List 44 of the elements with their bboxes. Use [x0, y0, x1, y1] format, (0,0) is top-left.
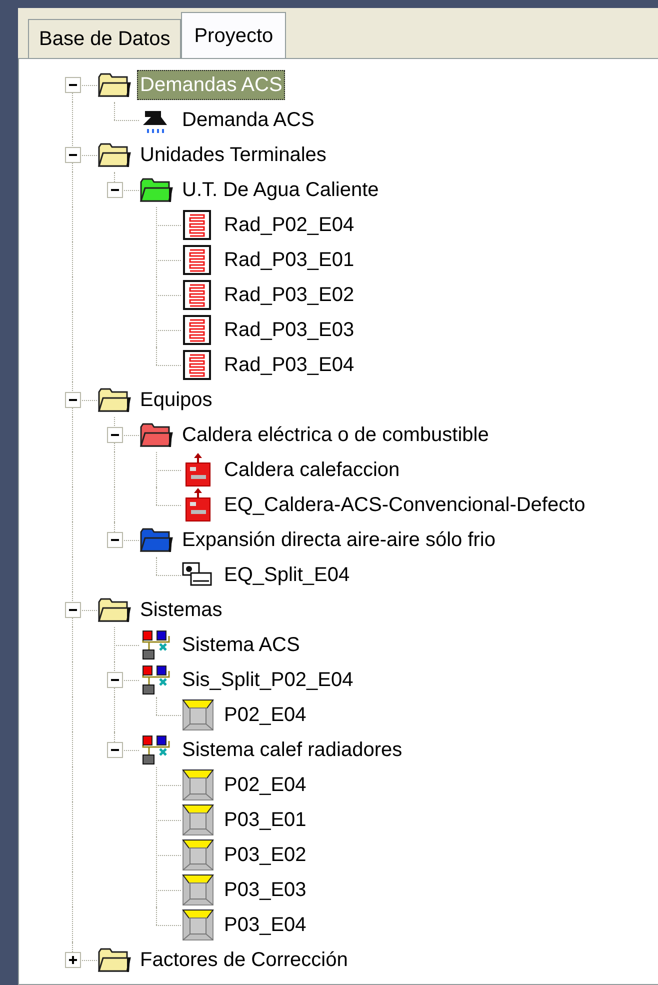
tree-item[interactable]: Rad_P03_E04: [221, 350, 358, 380]
expand-toggle[interactable]: [107, 182, 123, 198]
room-icon: [181, 802, 215, 836]
expand-toggle[interactable]: [107, 532, 123, 548]
tree-item[interactable]: Sistema ACS: [179, 630, 303, 660]
tree-item[interactable]: Caldera calefaccion: [221, 454, 403, 484]
tree-item[interactable]: Demanda ACS: [179, 104, 318, 134]
room-icon: [181, 698, 215, 732]
room-icon: [181, 838, 215, 872]
room-icon: [181, 768, 215, 802]
expand-toggle[interactable]: [107, 672, 123, 688]
tree-item[interactable]: Sis_Split_P02_E04: [179, 664, 356, 694]
tree-item[interactable]: Unidades Terminales: [137, 140, 330, 170]
expand-toggle[interactable]: [65, 602, 81, 618]
expand-toggle[interactable]: [107, 742, 123, 758]
tree-item[interactable]: Sistemas: [137, 594, 226, 624]
tree-item[interactable]: EQ_Caldera-ACS-Convencional-Defecto: [221, 490, 588, 520]
tree-item[interactable]: Factores de Corrección: [137, 944, 351, 974]
tree-item[interactable]: Rad_P02_E04: [221, 210, 358, 240]
expand-toggle[interactable]: [65, 392, 81, 408]
tree-item[interactable]: P02_E04: [221, 770, 310, 800]
tree-item[interactable]: Expansión directa aire-aire sólo frio: [179, 524, 498, 554]
tree-item[interactable]: P03_E03: [221, 874, 310, 904]
room-icon: [181, 872, 215, 906]
tree-item[interactable]: P02_E04: [221, 700, 310, 730]
expand-toggle[interactable]: [65, 76, 81, 92]
tree-item[interactable]: U.T. De Agua Caliente: [179, 174, 382, 204]
expand-toggle[interactable]: [65, 146, 81, 162]
tree-item[interactable]: Sistema calef radiadores: [179, 734, 406, 764]
expand-toggle[interactable]: [65, 952, 81, 968]
tree-item[interactable]: Equipos: [137, 384, 216, 414]
tree-item[interactable]: Rad_P03_E01: [221, 244, 358, 274]
tree-item[interactable]: P03_E02: [221, 840, 310, 870]
tree-item[interactable]: Rad_P03_E02: [221, 280, 358, 310]
split-unit-icon: [181, 560, 215, 588]
tree-item[interactable]: P03_E01: [221, 804, 310, 834]
room-icon: [181, 908, 215, 942]
tree-item[interactable]: Rad_P03_E03: [221, 314, 358, 344]
tab[interactable]: Proyecto: [181, 12, 286, 59]
expand-toggle[interactable]: [107, 426, 123, 442]
tree-item[interactable]: P03_E04: [221, 910, 310, 940]
tree-item[interactable]: EQ_Split_E04: [221, 560, 353, 590]
tab[interactable]: Base de Datos: [28, 19, 182, 58]
tree-item[interactable]: Caldera eléctrica o de combustible: [179, 420, 492, 450]
